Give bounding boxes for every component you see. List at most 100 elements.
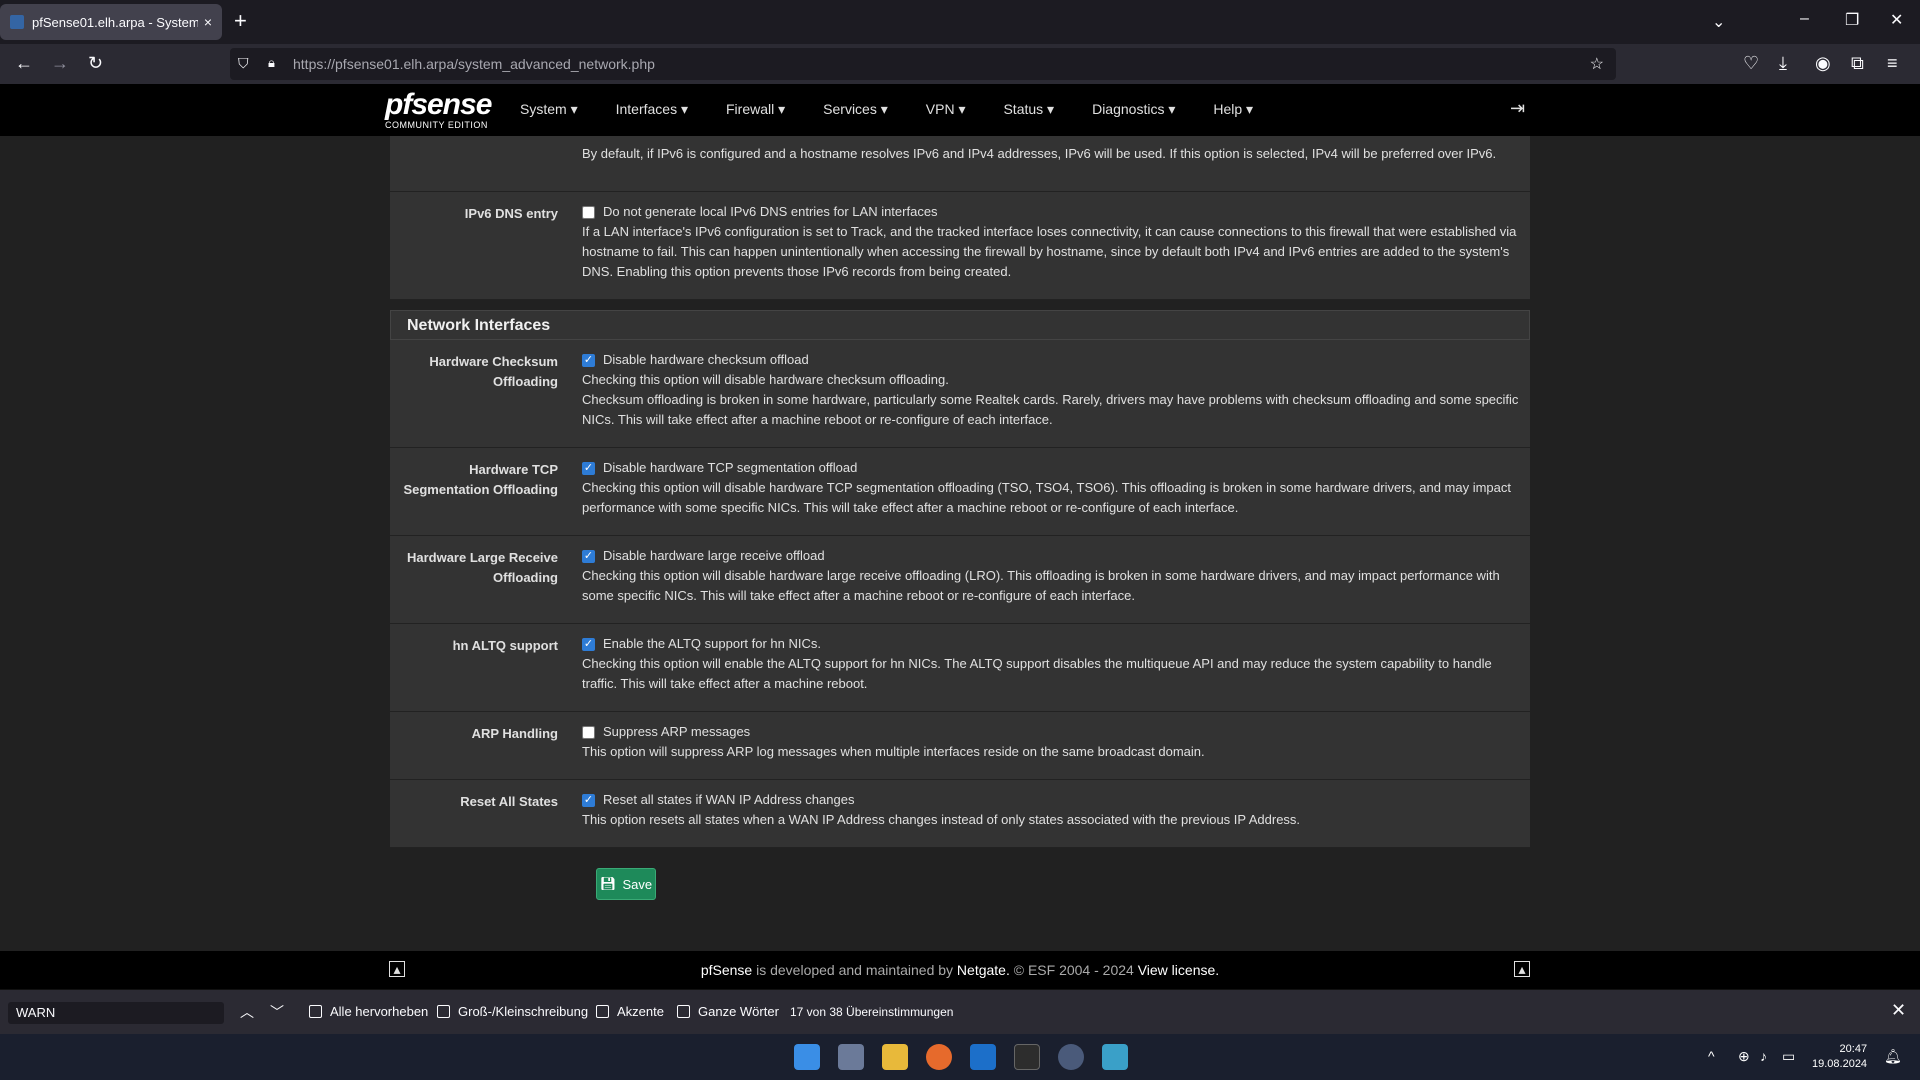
file-explorer-icon[interactable] <box>882 1044 908 1070</box>
setting-row-tso: Hardware TCP Segmentation Offloading ✓ D… <box>390 448 1530 536</box>
find-next-icon[interactable]: ﹀ <box>270 1002 284 1022</box>
setting-row-arp: ARP Handling Suppress ARP messages This … <box>390 712 1530 780</box>
checkbox[interactable] <box>309 1005 322 1018</box>
checkbox-checked[interactable]: ✓ <box>582 353 595 367</box>
browser-tab[interactable]: pfSense01.elh.arpa - System: Ac × <box>0 4 222 40</box>
setting-label: Hardware Large Receive Offloading <box>406 550 558 585</box>
floppy-disk-icon: 💾︎ <box>599 876 617 891</box>
checkbox[interactable] <box>582 725 595 739</box>
firefox-icon[interactable] <box>926 1044 952 1070</box>
close-find-bar-icon[interactable]: ✕ <box>1891 1000 1906 1021</box>
menu-help[interactable]: Help ▾ <box>1213 101 1253 118</box>
option-label[interactable]: Alle hervorheben <box>330 1004 428 1019</box>
checkbox[interactable] <box>582 205 595 219</box>
logo-text: pfsense <box>385 88 492 121</box>
battery-icon[interactable]: ▭ <box>1782 1048 1795 1065</box>
restore-icon[interactable]: ❐ <box>1845 10 1859 30</box>
close-window-icon[interactable]: ✕ <box>1890 10 1903 30</box>
netgate-link[interactable]: Netgate. <box>957 962 1010 978</box>
windows-start-icon[interactable] <box>794 1044 820 1070</box>
footer-text-2: © ESF 2004 - 2024 <box>1009 962 1138 978</box>
find-whole-words[interactable]: Ganze Wörter <box>677 1004 779 1019</box>
setting-label: Hardware TCP Segmentation Offloading <box>403 462 558 497</box>
find-match-count: 17 von 38 Übereinstimmungen <box>790 1005 954 1019</box>
pfsense-favicon-icon <box>10 15 24 29</box>
minimize-icon[interactable]: – <box>1800 10 1809 28</box>
reload-icon[interactable]: ↻ <box>88 53 103 73</box>
option-label[interactable]: Groß-/Kleinschreibung <box>458 1004 588 1019</box>
checkbox-checked[interactable]: ✓ <box>582 461 595 475</box>
url-bar[interactable]: ⛉ 🔒︎ https://pfsense01.elh.arpa/system_a… <box>230 48 1616 80</box>
remote-desktop-icon[interactable] <box>1102 1044 1128 1070</box>
find-previous-icon[interactable]: ︿ <box>240 1002 254 1022</box>
menu-system[interactable]: System ▾ <box>520 101 578 118</box>
checkbox-checked[interactable]: ✓ <box>582 793 595 807</box>
setting-description: Checking this option will disable hardwa… <box>582 480 1511 515</box>
checkbox-label[interactable]: Disable hardware large receive offload <box>603 546 825 566</box>
browser-navbar: ← → ↻ ⛉ 🔒︎ https://pfsense01.elh.arpa/sy… <box>0 44 1920 84</box>
footer-text: pfSense is developed and maintained by N… <box>0 962 1920 978</box>
checkbox[interactable] <box>596 1005 609 1018</box>
menu-status[interactable]: Status ▾ <box>1003 101 1054 118</box>
pfsense-header: pfsense COMMUNITY EDITION System ▾ Inter… <box>0 84 1920 136</box>
browser-tabstrip: pfSense01.elh.arpa - System: Ac × + ⌄ – … <box>0 0 1920 44</box>
option-label[interactable]: Akzente <box>617 1004 664 1019</box>
outlook-icon[interactable] <box>970 1044 996 1070</box>
tray-overflow-icon[interactable]: ^ <box>1708 1048 1715 1064</box>
checkbox-checked[interactable]: ✓ <box>582 637 595 651</box>
find-input[interactable]: WARN <box>8 1002 224 1024</box>
setting-row-checksum: Hardware Checksum Offloading ✓ Disable h… <box>390 340 1530 448</box>
main-menu: System ▾ Interfaces ▾ Firewall ▾ Service… <box>520 101 1291 118</box>
back-icon[interactable]: ← <box>15 53 33 73</box>
setting-label: hn ALTQ support <box>452 638 558 653</box>
menu-vpn[interactable]: VPN ▾ <box>926 101 966 118</box>
license-link[interactable]: View license. <box>1138 962 1219 978</box>
extensions-icon[interactable]: ⧉ <box>1851 53 1864 73</box>
save-button[interactable]: 💾︎ Save <box>596 868 656 900</box>
language-icon[interactable]: ⊕ <box>1738 1048 1750 1065</box>
menu-interfaces[interactable]: Interfaces ▾ <box>616 101 688 118</box>
find-accents[interactable]: Akzente <box>596 1004 664 1019</box>
checkbox-label[interactable]: Disable hardware checksum offload <box>603 350 809 370</box>
terminal-icon[interactable] <box>1014 1044 1040 1070</box>
setting-description: This option resets all states when a WAN… <box>582 812 1301 827</box>
find-highlight-all[interactable]: Alle hervorheben <box>309 1004 428 1019</box>
logout-icon[interactable]: ⇥ <box>1510 98 1525 119</box>
close-tab-icon[interactable]: × <box>204 14 212 30</box>
menu-firewall[interactable]: Firewall ▾ <box>726 101 785 118</box>
checkbox-label[interactable]: Suppress ARP messages <box>603 722 750 742</box>
account-icon[interactable]: ◉ <box>1815 53 1831 73</box>
checkbox-label[interactable]: Reset all states if WAN IP Address chang… <box>603 790 854 810</box>
setting-row-ipv6-dns: IPv6 DNS entry Do not generate local IPv… <box>390 192 1530 300</box>
notification-bell-icon[interactable]: 🔔︎ <box>1884 1048 1902 1065</box>
volume-icon[interactable]: ♪ <box>1760 1048 1767 1064</box>
downloads-icon[interactable]: ⤓ <box>1779 53 1787 73</box>
new-tab-button[interactable]: + <box>234 10 247 32</box>
setting-label: IPv6 DNS entry <box>464 206 558 221</box>
menu-services[interactable]: Services ▾ <box>823 101 888 118</box>
shield-icon[interactable]: ⛉ <box>238 55 249 72</box>
app-icon[interactable] <box>1058 1044 1084 1070</box>
menu-icon[interactable]: ≡ <box>1887 53 1898 73</box>
checkbox-checked[interactable]: ✓ <box>582 549 595 563</box>
forward-icon[interactable]: → <box>51 53 69 73</box>
find-match-case[interactable]: Groß-/Kleinschreibung <box>437 1004 588 1019</box>
menu-diagnostics[interactable]: Diagnostics ▾ <box>1092 101 1175 118</box>
pfsense-logo[interactable]: pfsense COMMUNITY EDITION <box>385 88 492 131</box>
scroll-top-icon-right[interactable]: ▴ <box>1514 961 1530 977</box>
task-view-icon[interactable] <box>838 1044 864 1070</box>
checkbox-label[interactable]: Enable the ALTQ support for hn NICs. <box>603 634 821 654</box>
checkbox[interactable] <box>677 1005 690 1018</box>
pocket-icon[interactable]: ♡ <box>1743 53 1759 73</box>
checkbox-label[interactable]: Do not generate local IPv6 DNS entries f… <box>603 202 938 222</box>
footer-brand: pfSense <box>700 962 753 978</box>
tab-list-chevron-icon[interactable]: ⌄ <box>1712 12 1725 32</box>
bookmark-star-icon[interactable]: ☆ <box>1590 54 1604 74</box>
option-label[interactable]: Ganze Wörter <box>698 1004 779 1019</box>
tab-title: pfSense01.elh.arpa - System: Ac <box>32 14 198 30</box>
checkbox-label[interactable]: Disable hardware TCP segmentation offloa… <box>603 458 857 478</box>
url-text[interactable]: https://pfsense01.elh.arpa/system_advanc… <box>293 56 655 72</box>
system-clock[interactable]: 20:47 19.08.2024 <box>1812 1042 1867 1072</box>
lock-icon[interactable]: 🔒︎ <box>268 55 275 71</box>
checkbox[interactable] <box>437 1005 450 1018</box>
